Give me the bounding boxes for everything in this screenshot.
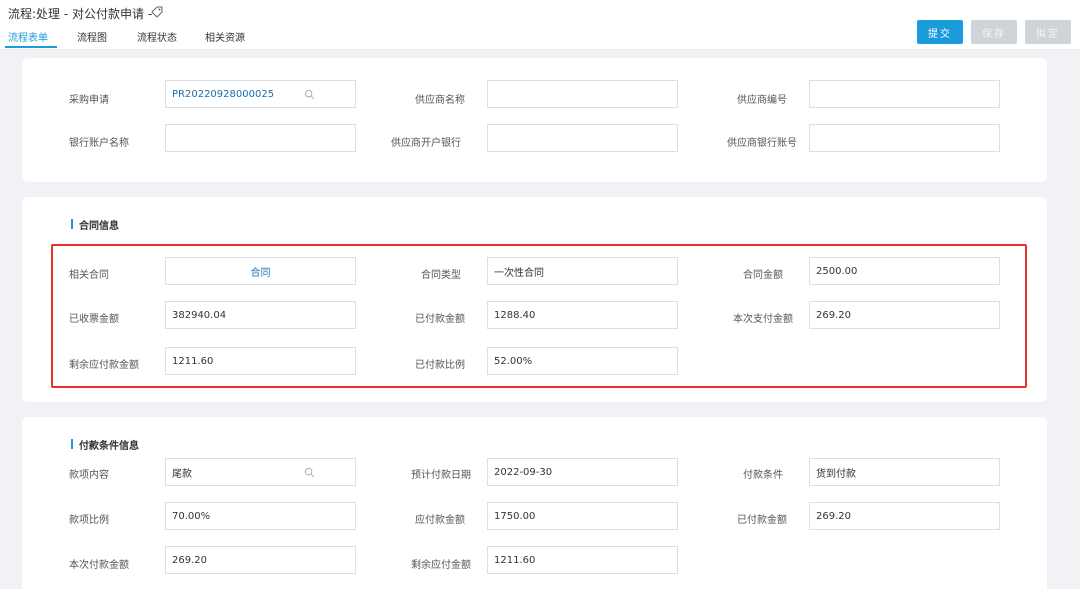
- current-payment-field[interactable]: 269.20: [809, 301, 1000, 329]
- related-contract-field[interactable]: 合同: [165, 257, 356, 285]
- save-button[interactable]: 保存: [971, 20, 1017, 44]
- terms-paid-amount-label: 已付款金额: [737, 515, 787, 526]
- purchase-request-value: PR20220928000025: [172, 88, 275, 100]
- purchase-request-field[interactable]: PR20220928000025: [165, 80, 356, 108]
- item-content-value: 尾款: [172, 468, 192, 480]
- terms-current-payment-field[interactable]: 269.20: [165, 546, 356, 574]
- supplier-bank-account-field[interactable]: [809, 124, 1000, 152]
- search-icon[interactable]: [304, 89, 315, 100]
- item-content-label: 款项内容: [69, 470, 109, 481]
- bank-account-name-label: 银行账户名称: [69, 138, 129, 149]
- supplier-name-field[interactable]: [487, 80, 678, 108]
- terms-paid-amount-field[interactable]: 269.20: [809, 502, 1000, 530]
- supplier-code-label: 供应商编号: [737, 95, 787, 106]
- terms-remaining-label: 剩余应付金额: [411, 560, 471, 571]
- remaining-amount-label: 剩余应付款金额: [69, 360, 139, 371]
- tab-resources[interactable]: 相关资源: [205, 29, 245, 44]
- paid-ratio-label: 已付款比例: [415, 360, 465, 371]
- contract-amount-field[interactable]: 2500.00: [809, 257, 1000, 285]
- item-ratio-field[interactable]: 70.00%: [165, 502, 356, 530]
- payable-amount-field[interactable]: 1750.00: [487, 502, 678, 530]
- contract-type-field[interactable]: 一次性合同: [487, 257, 678, 285]
- received-amount-field[interactable]: 382940.04: [165, 301, 356, 329]
- expected-date-label: 预计付款日期: [411, 470, 471, 481]
- contract-section-title: 合同信息: [71, 217, 119, 232]
- tab-form[interactable]: 流程表单: [8, 29, 48, 44]
- supplier-card: [22, 58, 1047, 182]
- related-contract-label: 相关合同: [69, 270, 109, 281]
- tab-flowchart[interactable]: 流程图: [77, 29, 107, 44]
- terms-remaining-field[interactable]: 1211.60: [487, 546, 678, 574]
- purchase-request-label: 采购申请: [69, 95, 109, 106]
- payment-condition-label: 付款条件: [743, 470, 783, 481]
- supplier-bank-label: 供应商开户银行: [391, 138, 461, 149]
- item-content-field[interactable]: 尾款: [165, 458, 356, 486]
- paid-amount-field[interactable]: 1288.40: [487, 301, 678, 329]
- terms-current-payment-label: 本次付款金额: [69, 560, 129, 571]
- submit-button[interactable]: 提交: [917, 20, 963, 44]
- current-payment-label: 本次支付金额: [733, 314, 793, 325]
- supplier-name-label: 供应商名称: [415, 95, 465, 106]
- tab-status[interactable]: 流程状态: [137, 29, 177, 44]
- supplier-code-field[interactable]: [809, 80, 1000, 108]
- remaining-amount-field[interactable]: 1211.60: [165, 347, 356, 375]
- paid-amount-label: 已付款金额: [415, 314, 465, 325]
- search-icon[interactable]: [304, 467, 315, 478]
- bank-account-name-field[interactable]: [165, 124, 356, 152]
- contract-type-label: 合同类型: [421, 270, 461, 281]
- supplier-bank-field[interactable]: [487, 124, 678, 152]
- page-title: 流程:处理 - 对公付款申请 -: [8, 7, 153, 21]
- received-amount-label: 已收票金额: [69, 314, 119, 325]
- active-tab-indicator: [5, 46, 57, 48]
- expected-date-field[interactable]: 2022-09-30: [487, 458, 678, 486]
- payable-amount-label: 应付款金额: [415, 515, 465, 526]
- contract-amount-label: 合同金额: [743, 270, 783, 281]
- draft-button[interactable]: 拟定: [1025, 20, 1071, 44]
- payment-condition-field[interactable]: 货到付款: [809, 458, 1000, 486]
- header-bar: 流程:处理 - 对公付款申请 - 流程表单 流程图 流程状态 相关资源 提交 保…: [0, 0, 1080, 50]
- supplier-bank-account-label: 供应商银行账号: [727, 138, 797, 149]
- paid-ratio-field[interactable]: 52.00%: [487, 347, 678, 375]
- tag-icon[interactable]: [150, 5, 164, 19]
- payment-terms-section-title: 付款条件信息: [71, 437, 139, 452]
- item-ratio-label: 款项比例: [69, 515, 109, 526]
